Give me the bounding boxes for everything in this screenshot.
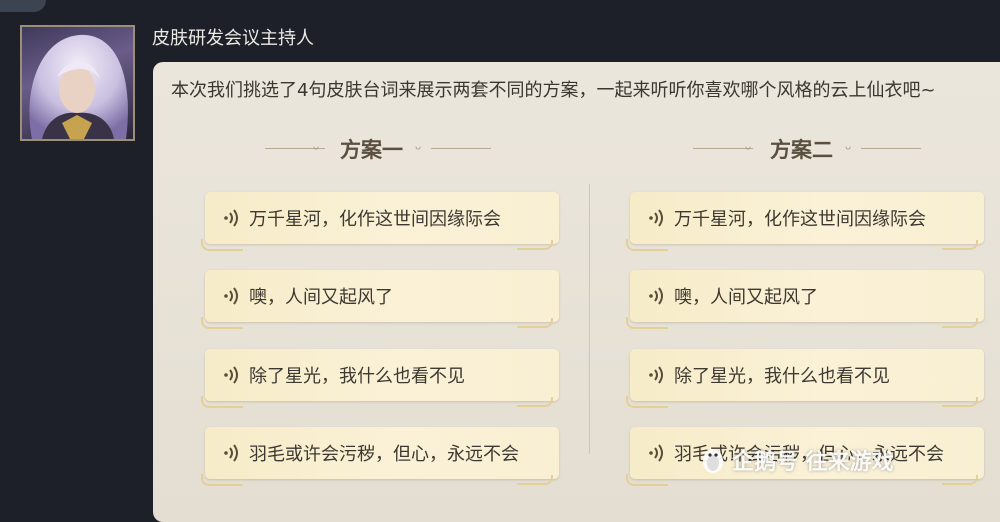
top-tab[interactable] xyxy=(0,0,46,12)
plan-divider xyxy=(589,184,590,454)
voice-line-text: 羽毛或许会污秽，但心，永远不会 xyxy=(249,444,519,465)
voice-line-text: 噢，人间又起风了 xyxy=(674,287,818,308)
penguin-icon xyxy=(703,449,723,473)
host-avatar xyxy=(20,25,135,141)
title-decoration xyxy=(693,148,753,149)
voice-line-text: 万千星河，化作这世间因缘际会 xyxy=(674,209,926,230)
sound-wave-icon xyxy=(649,287,663,305)
sound-wave-icon xyxy=(224,209,238,227)
voice-line-text: 噢，人间又起风了 xyxy=(249,287,393,308)
sound-wave-icon xyxy=(649,444,663,462)
voice-line-text: 除了星光，我什么也看不见 xyxy=(249,366,465,387)
sound-wave-icon xyxy=(649,209,663,227)
voice-line-text: 除了星光，我什么也看不见 xyxy=(674,366,890,387)
plan-two-line-3[interactable]: 除了星光，我什么也看不见 xyxy=(626,349,984,408)
host-name: 皮肤研发会议主持人 xyxy=(152,28,314,49)
title-swirl-icon: ᵕ xyxy=(313,140,320,159)
intro-text: 本次我们挑选了4句皮肤台词来展示两套不同的方案，一起来听听你喜欢哪个风格的云上仙… xyxy=(171,80,936,101)
plan-one-line-3[interactable]: 除了星光，我什么也看不见 xyxy=(201,349,559,408)
plan-one-title: 方案一 xyxy=(340,138,403,162)
plan-two-title: 方案二 xyxy=(770,138,833,162)
sound-wave-icon xyxy=(224,287,238,305)
plan-one-line-2[interactable]: 噢，人间又起风了 xyxy=(201,270,559,329)
watermark: 企鹅号 往来游戏 xyxy=(700,444,894,476)
title-decoration xyxy=(431,148,491,149)
title-swirl-icon: ᵕ xyxy=(745,140,752,159)
plan-one-line-4[interactable]: 羽毛或许会污秽，但心，永远不会 xyxy=(201,427,559,486)
plan-two-line-2[interactable]: 噢，人间又起风了 xyxy=(626,270,984,329)
watermark-text: 企鹅号 往来游戏 xyxy=(732,450,894,475)
title-swirl-icon: ᵕ xyxy=(845,140,852,159)
sound-wave-icon xyxy=(224,444,238,462)
plan-two-line-1[interactable]: 万千星河，化作这世间因缘际会 xyxy=(626,192,984,251)
sound-wave-icon xyxy=(224,366,238,384)
title-decoration xyxy=(861,148,921,149)
plan-one-line-1[interactable]: 万千星河，化作这世间因缘际会 xyxy=(201,192,559,251)
voice-line-text: 万千星河，化作这世间因缘际会 xyxy=(249,209,501,230)
sound-wave-icon xyxy=(649,366,663,384)
title-swirl-icon: ᵕ xyxy=(415,140,422,159)
